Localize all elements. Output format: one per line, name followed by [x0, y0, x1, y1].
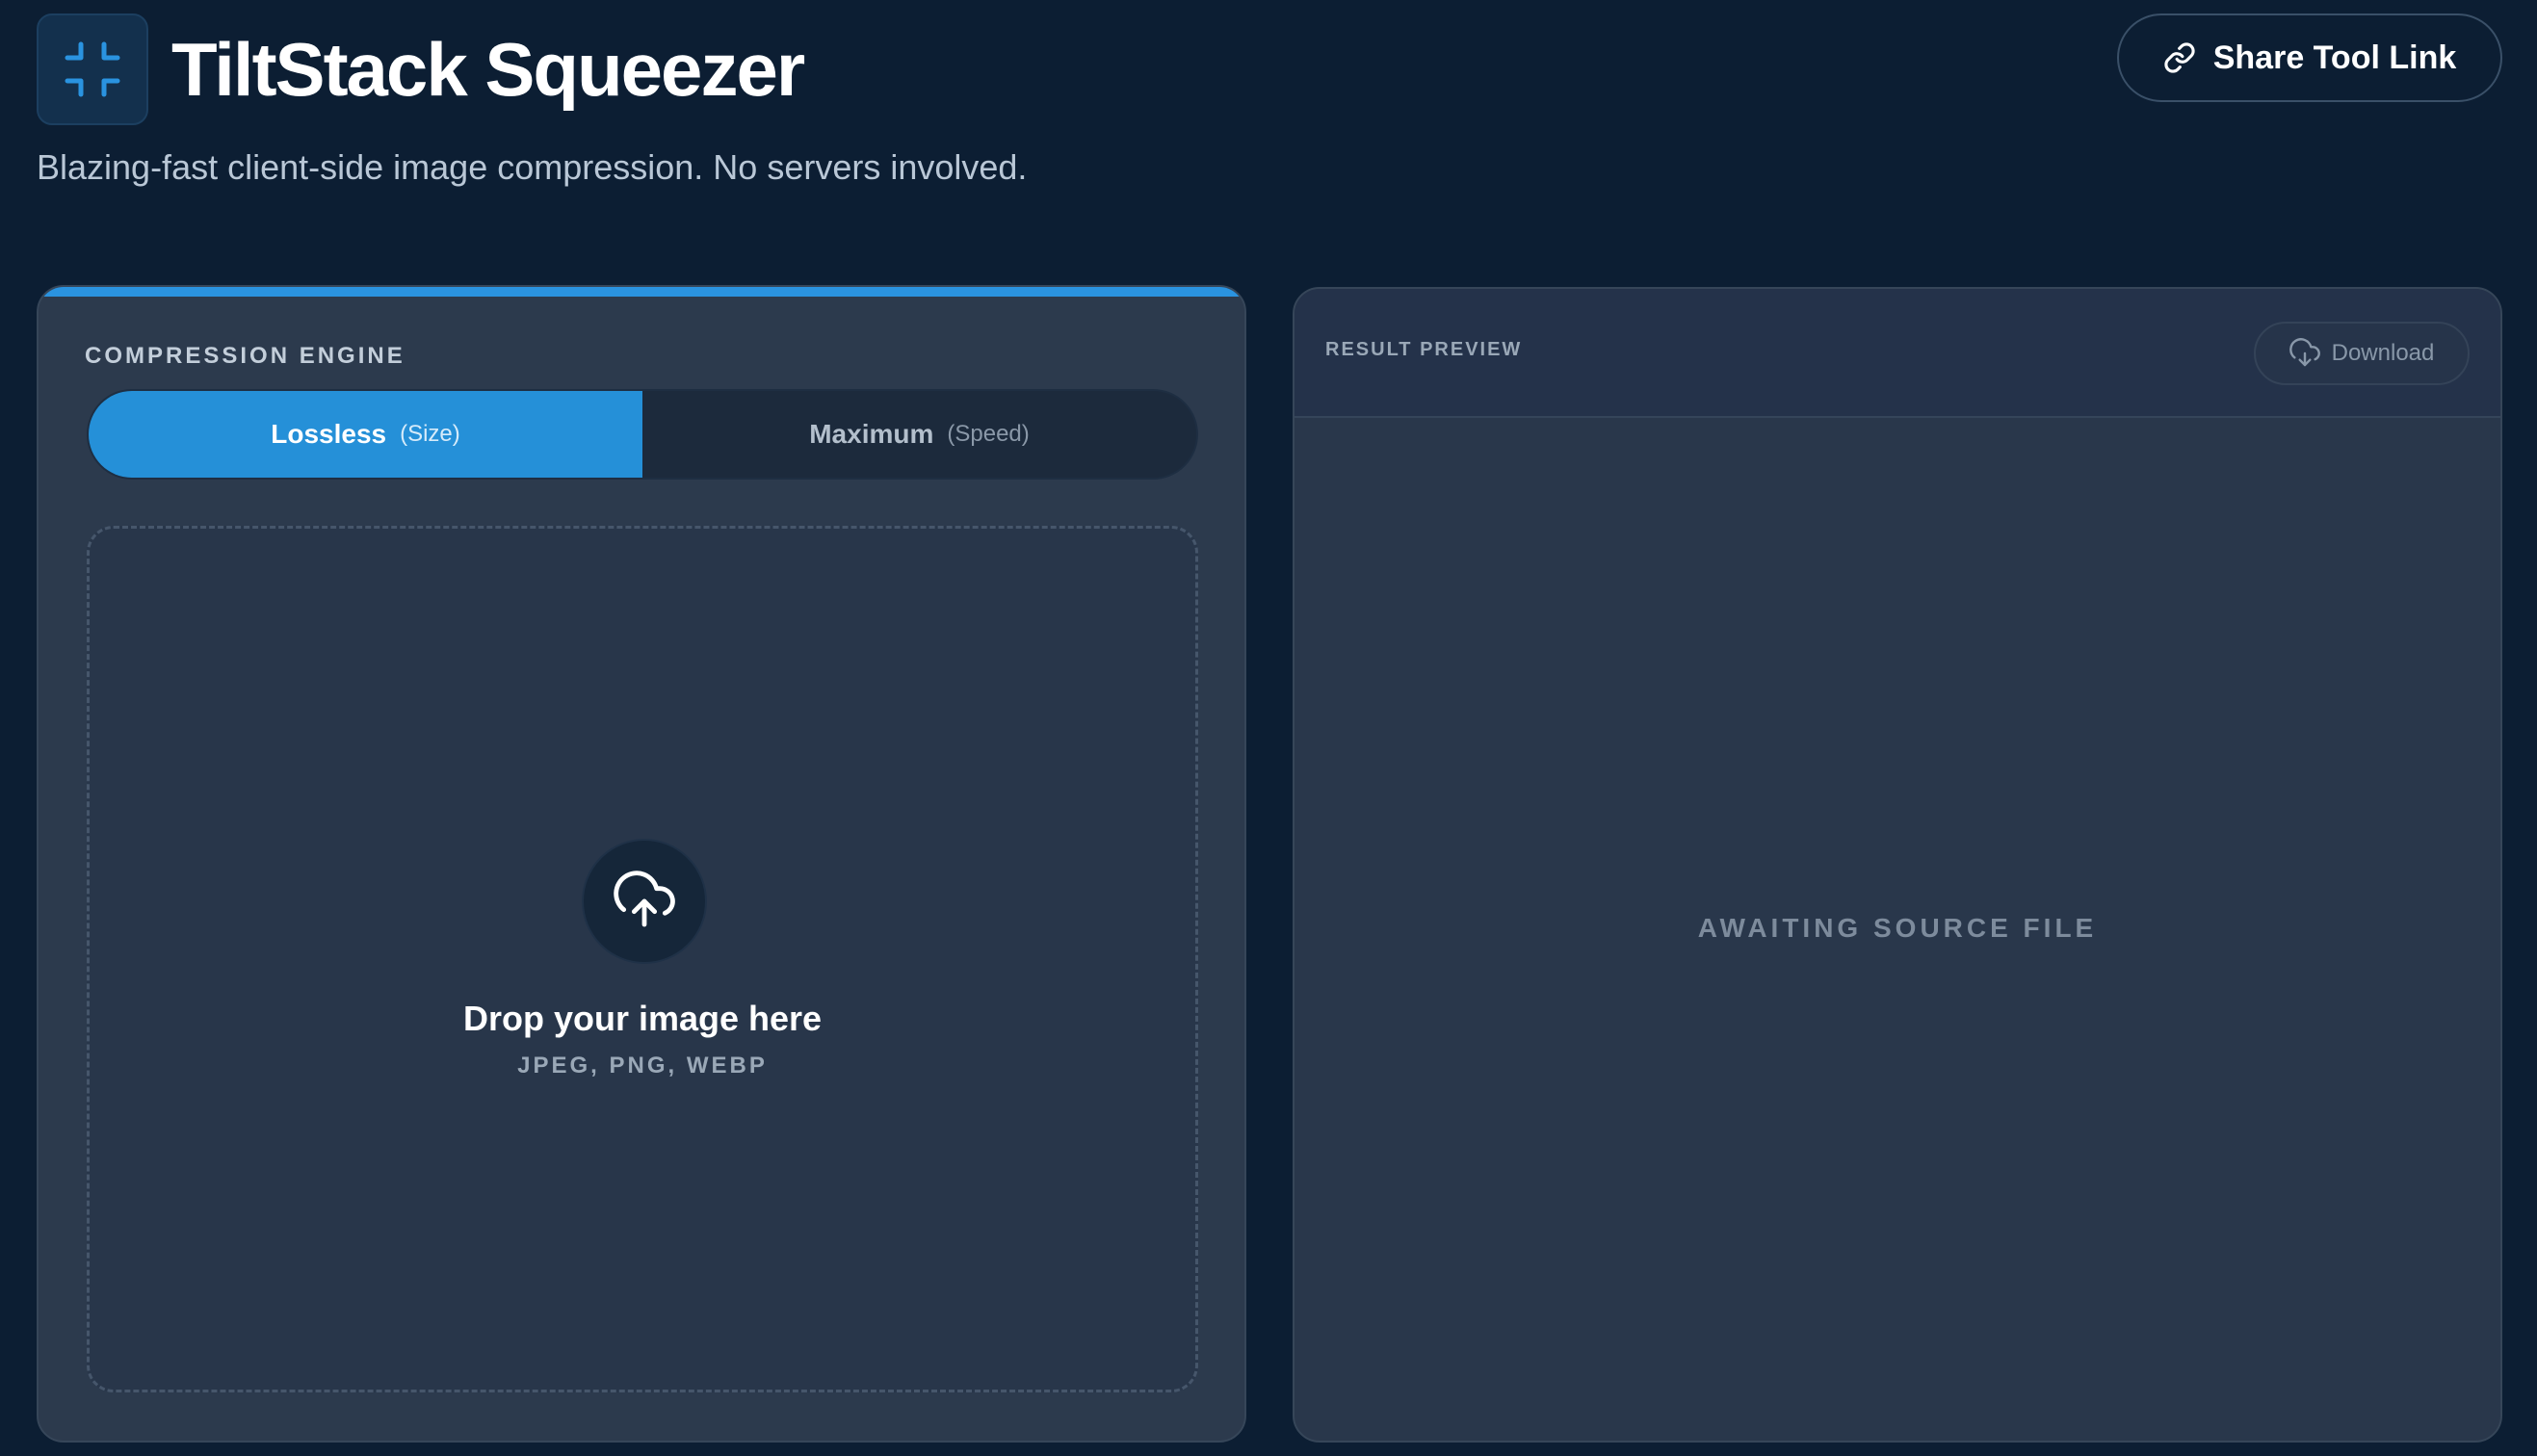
mode-option-maximum[interactable]: Maximum (Speed) [642, 391, 1196, 478]
dropzone-formats: JPEG, PNG, WEBP [517, 1053, 768, 1079]
result-preview-header: RESULT PREVIEW Download [1295, 289, 2500, 418]
result-preview-label: RESULT PREVIEW [1325, 339, 1523, 360]
mode-option-label: Maximum [809, 419, 934, 449]
app-logo [37, 13, 148, 125]
compression-panel: COMPRESSION ENGINE Lossless (Size) Maxim… [37, 285, 1246, 1443]
mode-option-label: Lossless [271, 419, 387, 449]
mode-option-hint: (Speed) [947, 421, 1030, 447]
share-button-label: Share Tool Link [2212, 39, 2457, 76]
app-title: TiltStack Squeezer [171, 27, 805, 112]
app-subtitle: Blazing-fast client-side image compressi… [37, 147, 1028, 187]
download-button-label: Download [2331, 340, 2435, 366]
result-preview-panel: RESULT PREVIEW Download AWAITING SOURCE … [1293, 287, 2502, 1443]
mode-option-hint: (Size) [400, 421, 460, 447]
awaiting-status-text: AWAITING SOURCE FILE [1697, 913, 2098, 943]
mode-option-lossless[interactable]: Lossless (Size) [89, 391, 642, 478]
dropzone-title: Drop your image here [462, 999, 823, 1038]
compression-engine-label: COMPRESSION ENGINE [85, 343, 405, 369]
compress-icon [65, 41, 120, 97]
download-button[interactable]: Download [2254, 322, 2470, 385]
cloud-download-icon [2289, 338, 2320, 367]
share-tool-link-button[interactable]: Share Tool Link [2117, 13, 2502, 102]
link-icon [2164, 42, 2195, 73]
panel-accent-bar [39, 287, 1244, 297]
engine-mode-toggle: Lossless (Size) Maximum (Speed) [87, 389, 1198, 480]
cloud-upload-icon [614, 871, 675, 927]
image-dropzone[interactable]: Drop your image here JPEG, PNG, WEBP [87, 526, 1198, 1392]
upload-icon-circle [582, 839, 707, 964]
app-page: TiltStack Squeezer Blazing-fast client-s… [0, 0, 2537, 1456]
